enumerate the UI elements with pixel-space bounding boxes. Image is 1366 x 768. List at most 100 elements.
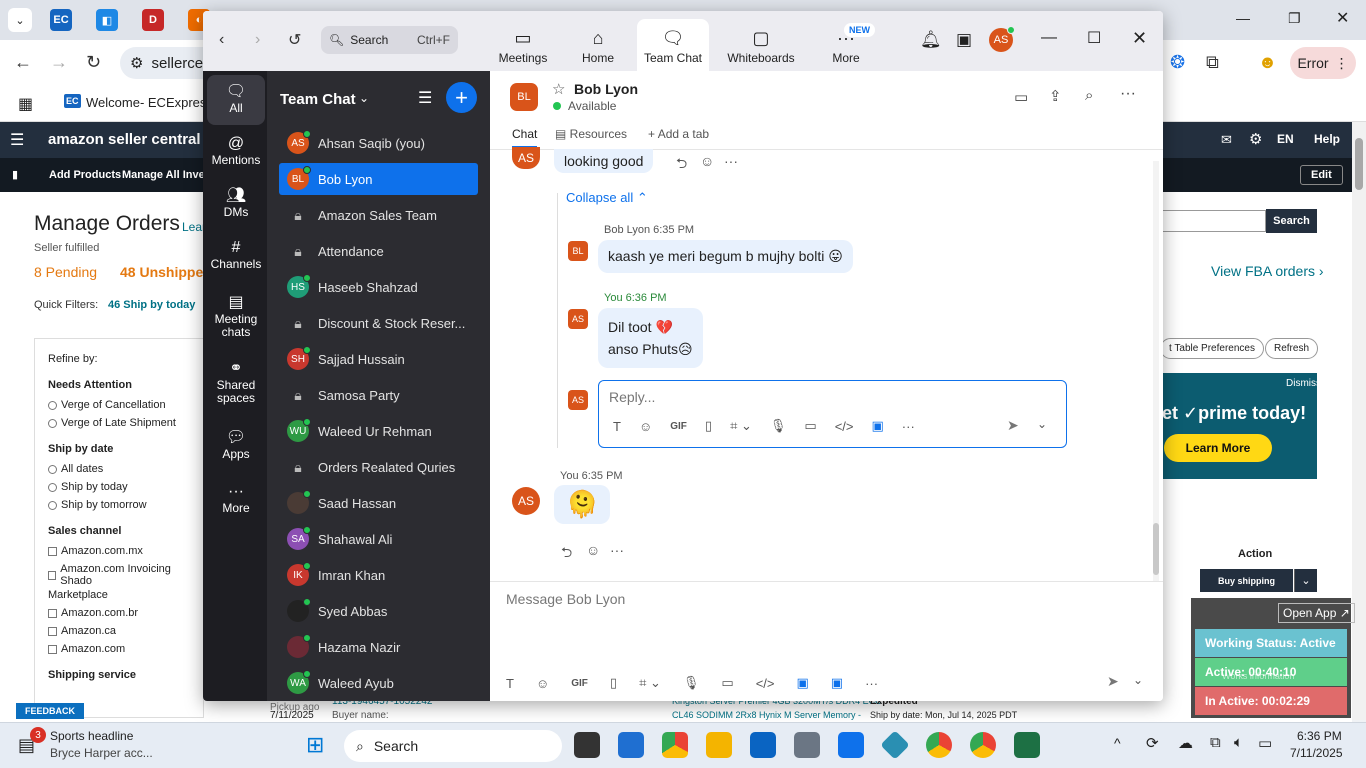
filter-icon[interactable]: ☰ [418,88,432,108]
chat-list-item[interactable]: Hazama Nazir [279,631,478,663]
chat-list-item[interactable]: SA Shahawal Ali [279,523,478,555]
filter-channel-invoicing[interactable]: Amazon.com Invoicing Shado [48,563,190,587]
error-button[interactable]: Error ⋮ [1290,47,1356,79]
send-icon[interactable]: ➤ [1107,673,1119,690]
apps-grid-icon[interactable]: ▦ [18,94,33,114]
zoom-forward-icon[interactable]: › [255,31,260,49]
zoom-taskbar-icon[interactable] [838,732,864,758]
news-subtitle[interactable]: Bryce Harper acc... [50,746,153,760]
rail-channels[interactable]: # Channels [207,231,265,281]
rail-dms[interactable]: 👥︎ DMs [207,179,265,229]
store-icon[interactable] [618,732,644,758]
restore-icon[interactable]: ❐ [1288,10,1301,27]
app2-icon[interactable]: ▣ [831,675,843,691]
add-products-link[interactable]: Add Products [49,169,121,181]
chat-scrollbar[interactable] [1153,161,1159,581]
amazon-logo[interactable]: amazon seller central [48,131,201,148]
more-options-icon[interactable]: ··· [1120,85,1136,103]
emoji-react-icon[interactable]: ☺ [700,153,714,169]
order-search-input[interactable] [1162,210,1266,232]
new-chat-plus-icon[interactable]: + [446,82,477,113]
message-more-icon[interactable]: ··· [610,542,624,558]
prime-learn-more-button[interactable]: Learn More [1164,434,1272,462]
unshipped-tab[interactable]: 48 Unshipped [120,264,212,280]
microphone-icon[interactable]: 🎙︎ [770,418,787,434]
page-scrollbar[interactable] [1352,122,1366,720]
language-select[interactable]: EN [1277,132,1294,146]
zoom-minimize-icon[interactable]: — [1041,29,1057,47]
help-link[interactable]: Help [1314,132,1340,146]
contact-avatar[interactable]: BL [510,83,538,111]
pending-tab[interactable]: 8 Pending [34,264,97,280]
address-bar[interactable]: ⚙ sellerce [120,47,210,79]
file-icon[interactable]: ▯ [705,418,712,434]
chrome-profile2-icon[interactable] [970,732,996,758]
format-text-icon[interactable]: T [506,676,514,691]
send-icon[interactable]: ➤ [1007,417,1019,434]
contact-name[interactable]: Bob Lyon [574,81,638,97]
chat-list-item[interactable]: Saad Hassan [279,487,478,519]
chat-list-item[interactable]: Syed Abbas [279,595,478,627]
reply-input[interactable]: Reply... [609,389,655,405]
speaker-icon[interactable]: 🔈︎ [1234,734,1243,751]
taskbar-search[interactable]: ⌕ Search [344,730,562,762]
rail-all[interactable]: 🗨︎ All [207,75,265,125]
extension-icon[interactable]: ❂ [1170,52,1185,73]
rail-mentions[interactable]: @ Mentions [207,127,265,177]
dismiss-link[interactable]: Dismiss [1286,378,1321,389]
news-title[interactable]: Sports headline [50,729,133,743]
chat-list-item[interactable]: WA Waleed Ayub [279,667,478,699]
chat-list-item[interactable]: AS Ahsan Saqib (you) [279,127,478,159]
back-icon[interactable]: ← [14,52,32,73]
filter-verge-late[interactable]: Verge of Late Shipment [48,417,190,429]
microphone-icon[interactable]: 🎙︎ [683,675,700,691]
tab-daraz-icon[interactable]: D [142,9,164,31]
subtab-resources[interactable]: ▤ Resources [555,127,627,141]
windows-start-icon[interactable]: ⊞ [306,732,324,758]
filter-verge-cancellation[interactable]: Verge of Cancellation [48,399,190,411]
tab-team-chat[interactable]: 🗨︎ Team Chat [637,19,709,71]
reply-composer[interactable]: Reply... T ☺ GIF ▯ ⌗ ⌄ 🎙︎ ▭ </> ▣ ··· ➤ … [598,380,1067,448]
task-view-icon[interactable] [574,732,600,758]
refresh-button[interactable]: Refresh [1265,338,1319,359]
emoji-react-icon[interactable]: ☺ [586,542,600,558]
filter-channel-br[interactable]: Amazon.com.br [48,607,190,619]
zoom-back-icon[interactable]: ‹ [219,31,224,49]
reply-icon[interactable]: ⮌ [561,542,572,566]
hamburger-icon[interactable]: ☰ [10,130,24,150]
filter-channel-mx[interactable]: Amazon.com.mx [48,545,190,557]
bookmark-icon[interactable]: ▮ [12,168,18,181]
send-options-chevron-icon[interactable]: ⌄ [1133,673,1143,687]
sync-icon[interactable]: ⟳ [1146,734,1159,752]
order-search-button[interactable]: Search [1266,209,1317,233]
reload-icon[interactable]: ↻ [86,52,101,73]
chat-list-item[interactable]: IK Imran Khan [279,559,478,591]
table-preferences-button[interactable]: t Table Preferences [1160,338,1264,359]
tab-home[interactable]: ⌂ Home [562,19,634,71]
rail-more[interactable]: ··· More [207,475,265,525]
history-icon[interactable]: ↺ [288,30,301,50]
chat-list-item[interactable]: BL Bob Lyon [279,163,478,195]
view-fba-orders-link[interactable]: View FBA orders › [1211,263,1324,279]
chat-search-icon[interactable]: ⌕ [1085,87,1093,104]
chevron-up-icon[interactable]: ^ [1114,735,1121,751]
emoji-icon[interactable]: ☺ [639,419,652,434]
rail-meeting-chats[interactable]: ▤ Meeting chats [207,287,265,347]
filter-ship-today[interactable]: Ship by today [48,481,190,493]
scrollbar-thumb[interactable] [1355,138,1363,190]
reply-icon[interactable]: ⮌ [676,153,687,177]
screenshot-icon[interactable]: ⌗ ⌄ [730,418,752,434]
share-screen-icon[interactable]: ⇪ [1049,87,1062,105]
message-composer-input[interactable]: Message Bob Lyon [506,591,625,607]
collapse-all-link[interactable]: Collapse all ⌃ [566,190,648,206]
more-tools-icon[interactable]: ··· [902,419,915,434]
send-options-chevron-icon[interactable]: ⌄ [1037,417,1047,431]
chrome-icon[interactable] [662,732,688,758]
display-icon[interactable]: ⧉ [1210,734,1221,751]
bookmark-link[interactable]: Welcome- ECExpres... [86,95,217,110]
zoom-maximize-icon[interactable]: ☐ [1087,28,1101,48]
extensions-puzzle-icon[interactable]: ⧉ [1206,52,1219,73]
file-icon[interactable]: ▯ [610,675,617,691]
filter-channel-com[interactable]: Amazon.com [48,643,190,655]
clock-time[interactable]: 6:36 PM [1297,729,1342,743]
